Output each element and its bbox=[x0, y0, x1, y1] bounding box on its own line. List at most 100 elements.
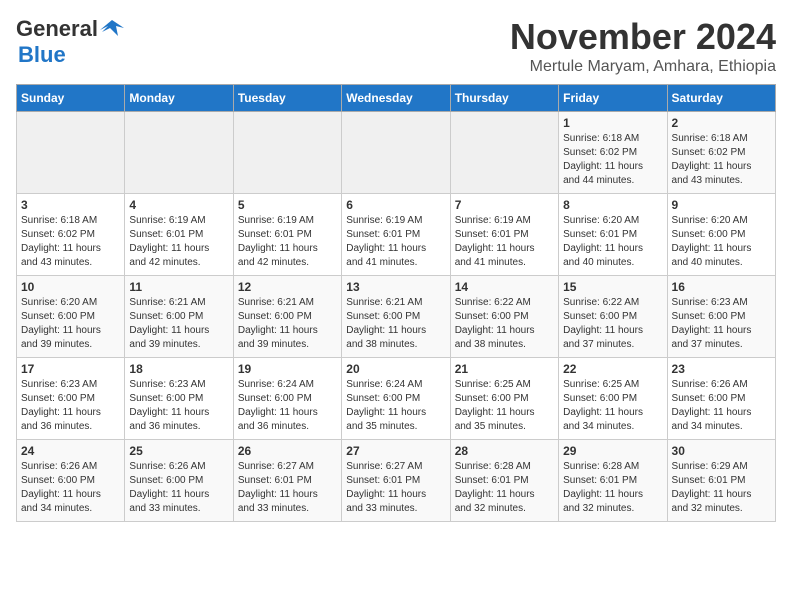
calendar-cell: 1 Sunrise: 6:18 AM Sunset: 6:02 PM Daylig… bbox=[559, 112, 667, 194]
calendar-cell: 10Sunrise: 6:20 AM Sunset: 6:00 PM Dayli… bbox=[17, 276, 125, 358]
day-info: Sunrise: 6:29 AM Sunset: 6:01 PM Dayligh… bbox=[672, 460, 771, 516]
day-number: 16 bbox=[672, 280, 771, 294]
day-number: 15 bbox=[563, 280, 662, 294]
day-number: 4 bbox=[129, 198, 228, 212]
day-info: Sunrise: 6:23 AM Sunset: 6:00 PM Dayligh… bbox=[129, 378, 228, 434]
calendar-cell bbox=[233, 112, 341, 194]
calendar-week-row: 17 Sunrise: 6:23 AM Sunset: 6:00 PM Dayli… bbox=[17, 358, 776, 440]
day-info: Sunrise: 6:19 AM Sunset: 6:01 PM Dayligh… bbox=[129, 214, 228, 270]
day-info: Sunrise: 6:21 AM Sunset: 6:00 PM Dayligh… bbox=[129, 296, 228, 352]
col-header-tuesday: Tuesday bbox=[233, 85, 341, 112]
calendar-cell bbox=[450, 112, 558, 194]
day-info: Sunrise: 6:21 AM Sunset: 6:00 PM Dayligh… bbox=[346, 296, 445, 352]
col-header-monday: Monday bbox=[125, 85, 233, 112]
col-header-thursday: Thursday bbox=[450, 85, 558, 112]
calendar-cell: 23 Sunrise: 6:26 AM Sunset: 6:00 PM Dayli… bbox=[667, 358, 775, 440]
calendar-cell: 2Sunrise: 6:18 AM Sunset: 6:02 PM Daylig… bbox=[667, 112, 775, 194]
calendar-cell: 22Sunrise: 6:25 AM Sunset: 6:00 PM Dayli… bbox=[559, 358, 667, 440]
day-number: 5 bbox=[238, 198, 337, 212]
calendar-cell: 30 Sunrise: 6:29 AM Sunset: 6:01 PM Dayli… bbox=[667, 440, 775, 522]
day-number: 17 bbox=[21, 362, 120, 376]
month-title: November 2024 bbox=[510, 16, 776, 58]
day-number: 23 bbox=[672, 362, 771, 376]
day-info: Sunrise: 6:18 AM Sunset: 6:02 PM Dayligh… bbox=[21, 214, 120, 270]
day-info: Sunrise: 6:28 AM Sunset: 6:01 PM Dayligh… bbox=[563, 460, 662, 516]
calendar-cell bbox=[342, 112, 450, 194]
day-number: 29 bbox=[563, 444, 662, 458]
day-number: 6 bbox=[346, 198, 445, 212]
day-info: Sunrise: 6:24 AM Sunset: 6:00 PM Dayligh… bbox=[238, 378, 337, 434]
logo-general: General bbox=[16, 16, 98, 42]
day-info: Sunrise: 6:20 AM Sunset: 6:01 PM Dayligh… bbox=[563, 214, 662, 270]
col-header-friday: Friday bbox=[559, 85, 667, 112]
calendar-cell: 14 Sunrise: 6:22 AM Sunset: 6:00 PM Dayli… bbox=[450, 276, 558, 358]
calendar-cell: 12 Sunrise: 6:21 AM Sunset: 6:00 PM Dayli… bbox=[233, 276, 341, 358]
day-number: 24 bbox=[21, 444, 120, 458]
day-number: 13 bbox=[346, 280, 445, 294]
calendar-week-row: 3 Sunrise: 6:18 AM Sunset: 6:02 PM Daylig… bbox=[17, 194, 776, 276]
day-info: Sunrise: 6:28 AM Sunset: 6:01 PM Dayligh… bbox=[455, 460, 554, 516]
day-number: 26 bbox=[238, 444, 337, 458]
calendar-cell: 19Sunrise: 6:24 AM Sunset: 6:00 PM Dayli… bbox=[233, 358, 341, 440]
day-info: Sunrise: 6:24 AM Sunset: 6:00 PM Dayligh… bbox=[346, 378, 445, 434]
location-subtitle: Mertule Maryam, Amhara, Ethiopia bbox=[510, 58, 776, 76]
page-header: General Blue November 2024 Mertule Marya… bbox=[16, 16, 776, 76]
calendar-cell: 9Sunrise: 6:20 AM Sunset: 6:00 PM Daylig… bbox=[667, 194, 775, 276]
calendar-cell: 4 Sunrise: 6:19 AM Sunset: 6:01 PM Daylig… bbox=[125, 194, 233, 276]
day-number: 10 bbox=[21, 280, 120, 294]
day-info: Sunrise: 6:26 AM Sunset: 6:00 PM Dayligh… bbox=[129, 460, 228, 516]
day-info: Sunrise: 6:19 AM Sunset: 6:01 PM Dayligh… bbox=[455, 214, 554, 270]
title-block: November 2024 Mertule Maryam, Amhara, Et… bbox=[510, 16, 776, 76]
day-info: Sunrise: 6:18 AM Sunset: 6:02 PM Dayligh… bbox=[563, 132, 662, 188]
day-number: 27 bbox=[346, 444, 445, 458]
calendar-cell: 6 Sunrise: 6:19 AM Sunset: 6:01 PM Daylig… bbox=[342, 194, 450, 276]
calendar-cell bbox=[17, 112, 125, 194]
day-info: Sunrise: 6:19 AM Sunset: 6:01 PM Dayligh… bbox=[238, 214, 337, 270]
day-number: 21 bbox=[455, 362, 554, 376]
calendar-cell: 28 Sunrise: 6:28 AM Sunset: 6:01 PM Dayli… bbox=[450, 440, 558, 522]
day-number: 14 bbox=[455, 280, 554, 294]
day-info: Sunrise: 6:20 AM Sunset: 6:00 PM Dayligh… bbox=[672, 214, 771, 270]
logo-blue: Blue bbox=[18, 42, 66, 67]
calendar-cell: 17 Sunrise: 6:23 AM Sunset: 6:00 PM Dayli… bbox=[17, 358, 125, 440]
day-info: Sunrise: 6:23 AM Sunset: 6:00 PM Dayligh… bbox=[21, 378, 120, 434]
calendar-cell bbox=[125, 112, 233, 194]
day-info: Sunrise: 6:19 AM Sunset: 6:01 PM Dayligh… bbox=[346, 214, 445, 270]
calendar-cell: 15Sunrise: 6:22 AM Sunset: 6:00 PM Dayli… bbox=[559, 276, 667, 358]
day-number: 18 bbox=[129, 362, 228, 376]
calendar-cell: 8 Sunrise: 6:20 AM Sunset: 6:01 PM Daylig… bbox=[559, 194, 667, 276]
calendar-cell: 11 Sunrise: 6:21 AM Sunset: 6:00 PM Dayli… bbox=[125, 276, 233, 358]
day-info: Sunrise: 6:27 AM Sunset: 6:01 PM Dayligh… bbox=[346, 460, 445, 516]
day-number: 2 bbox=[672, 116, 771, 130]
calendar-cell: 3 Sunrise: 6:18 AM Sunset: 6:02 PM Daylig… bbox=[17, 194, 125, 276]
day-info: Sunrise: 6:26 AM Sunset: 6:00 PM Dayligh… bbox=[672, 378, 771, 434]
calendar-table: SundayMondayTuesdayWednesdayThursdayFrid… bbox=[16, 84, 776, 522]
day-info: Sunrise: 6:26 AM Sunset: 6:00 PM Dayligh… bbox=[21, 460, 120, 516]
day-number: 12 bbox=[238, 280, 337, 294]
calendar-week-row: 10Sunrise: 6:20 AM Sunset: 6:00 PM Dayli… bbox=[17, 276, 776, 358]
day-info: Sunrise: 6:23 AM Sunset: 6:00 PM Dayligh… bbox=[672, 296, 771, 352]
day-number: 25 bbox=[129, 444, 228, 458]
day-number: 8 bbox=[563, 198, 662, 212]
calendar-cell: 13 Sunrise: 6:21 AM Sunset: 6:00 PM Dayli… bbox=[342, 276, 450, 358]
calendar-cell: 18 Sunrise: 6:23 AM Sunset: 6:00 PM Dayli… bbox=[125, 358, 233, 440]
calendar-cell: 5 Sunrise: 6:19 AM Sunset: 6:01 PM Daylig… bbox=[233, 194, 341, 276]
calendar-cell: 29 Sunrise: 6:28 AM Sunset: 6:01 PM Dayli… bbox=[559, 440, 667, 522]
day-number: 20 bbox=[346, 362, 445, 376]
day-number: 30 bbox=[672, 444, 771, 458]
day-number: 11 bbox=[129, 280, 228, 294]
calendar-header-row: SundayMondayTuesdayWednesdayThursdayFrid… bbox=[17, 85, 776, 112]
day-info: Sunrise: 6:21 AM Sunset: 6:00 PM Dayligh… bbox=[238, 296, 337, 352]
calendar-cell: 21 Sunrise: 6:25 AM Sunset: 6:00 PM Dayli… bbox=[450, 358, 558, 440]
col-header-wednesday: Wednesday bbox=[342, 85, 450, 112]
calendar-week-row: 1 Sunrise: 6:18 AM Sunset: 6:02 PM Daylig… bbox=[17, 112, 776, 194]
day-info: Sunrise: 6:25 AM Sunset: 6:00 PM Dayligh… bbox=[455, 378, 554, 434]
day-number: 1 bbox=[563, 116, 662, 130]
day-number: 28 bbox=[455, 444, 554, 458]
calendar-week-row: 24 Sunrise: 6:26 AM Sunset: 6:00 PM Dayli… bbox=[17, 440, 776, 522]
day-info: Sunrise: 6:22 AM Sunset: 6:00 PM Dayligh… bbox=[455, 296, 554, 352]
calendar-cell: 16 Sunrise: 6:23 AM Sunset: 6:00 PM Dayli… bbox=[667, 276, 775, 358]
day-number: 22 bbox=[563, 362, 662, 376]
day-number: 3 bbox=[21, 198, 120, 212]
calendar-cell: 27 Sunrise: 6:27 AM Sunset: 6:01 PM Dayli… bbox=[342, 440, 450, 522]
